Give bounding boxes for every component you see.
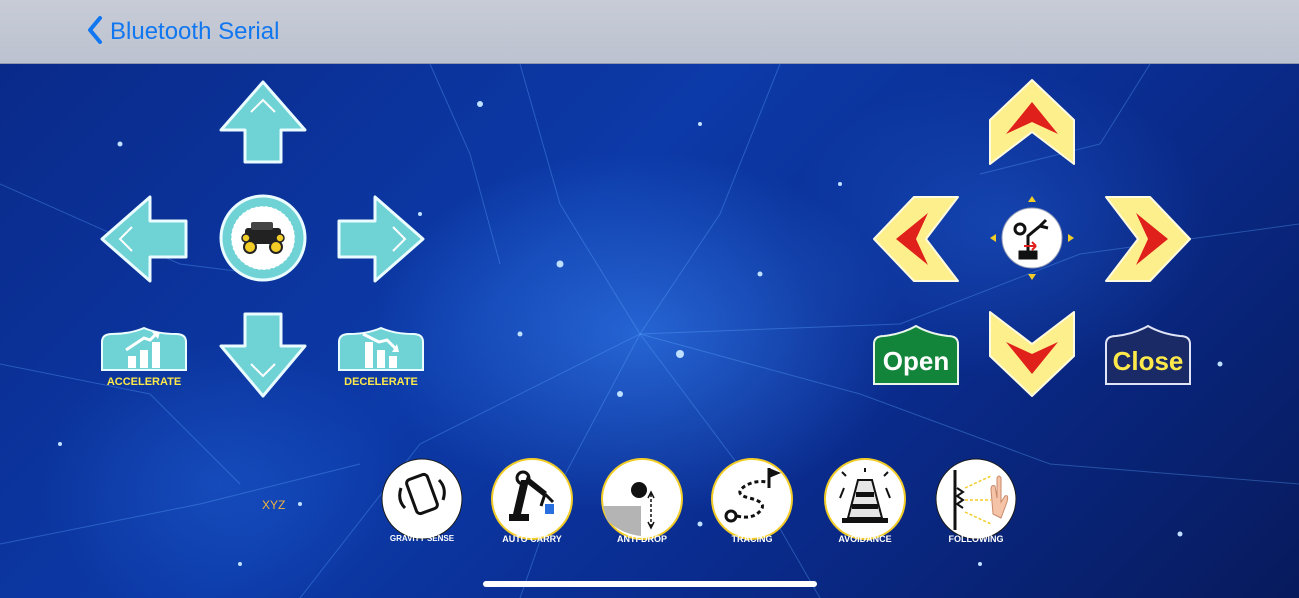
- decelerate-button[interactable]: [337, 326, 425, 372]
- close-label: Close: [1113, 346, 1184, 376]
- decelerate-label: DECELERATE: [344, 376, 418, 388]
- mode-gravity-sense-label: GRAVITY SENSE: [389, 534, 455, 543]
- arm-center-button[interactable]: [990, 196, 1074, 280]
- accelerate-label: ACCELERATE: [106, 376, 182, 388]
- drive-stop-button[interactable]: [219, 194, 307, 282]
- drive-backward-button[interactable]: [219, 312, 307, 398]
- open-label: Open: [883, 346, 949, 376]
- chevron-left-icon: [86, 15, 104, 50]
- mode-following-label: FOLLOWING: [948, 534, 1004, 544]
- mode-anti-drop-button[interactable]: ANTI-DROP: [601, 458, 683, 544]
- mode-tracing-button[interactable]: TRACING: [711, 458, 793, 544]
- drive-right-button[interactable]: [337, 195, 425, 283]
- mode-avoidance-button[interactable]: AVOIDANCE: [824, 458, 906, 544]
- control-panel: ACCELERATE DECELERATE Open Close XYZ GRA…: [0, 64, 1299, 598]
- drive-left-button[interactable]: [100, 195, 188, 283]
- mode-auto-carry-button[interactable]: AUTO CARRY: [491, 458, 573, 544]
- arm-up-button[interactable]: [988, 78, 1076, 166]
- home-indicator[interactable]: [483, 581, 817, 587]
- arm-down-button[interactable]: [988, 310, 1076, 398]
- gripper-close-button[interactable]: Close: [1104, 324, 1192, 386]
- xyz-label: XYZ: [262, 498, 286, 512]
- mode-anti-drop-label: ANTI-DROP: [617, 534, 667, 544]
- drive-forward-button[interactable]: [219, 80, 307, 164]
- mode-tracing-label: TRACING: [731, 534, 773, 544]
- mode-avoidance-label: AVOIDANCE: [838, 534, 892, 544]
- navigation-bar: Bluetooth Serial: [0, 0, 1299, 64]
- mode-following-button[interactable]: FOLLOWING: [935, 458, 1017, 544]
- back-button[interactable]: Bluetooth Serial: [86, 12, 279, 52]
- mode-auto-carry-label: AUTO CARRY: [502, 534, 562, 544]
- accelerate-button[interactable]: [100, 326, 188, 372]
- gripper-open-button[interactable]: Open: [872, 324, 960, 386]
- arm-left-button[interactable]: [872, 195, 960, 283]
- arm-right-button[interactable]: [1104, 195, 1192, 283]
- mode-gravity-sense-button[interactable]: GRAVITY SENSE: [381, 458, 463, 543]
- back-button-label: Bluetooth Serial: [110, 18, 280, 45]
